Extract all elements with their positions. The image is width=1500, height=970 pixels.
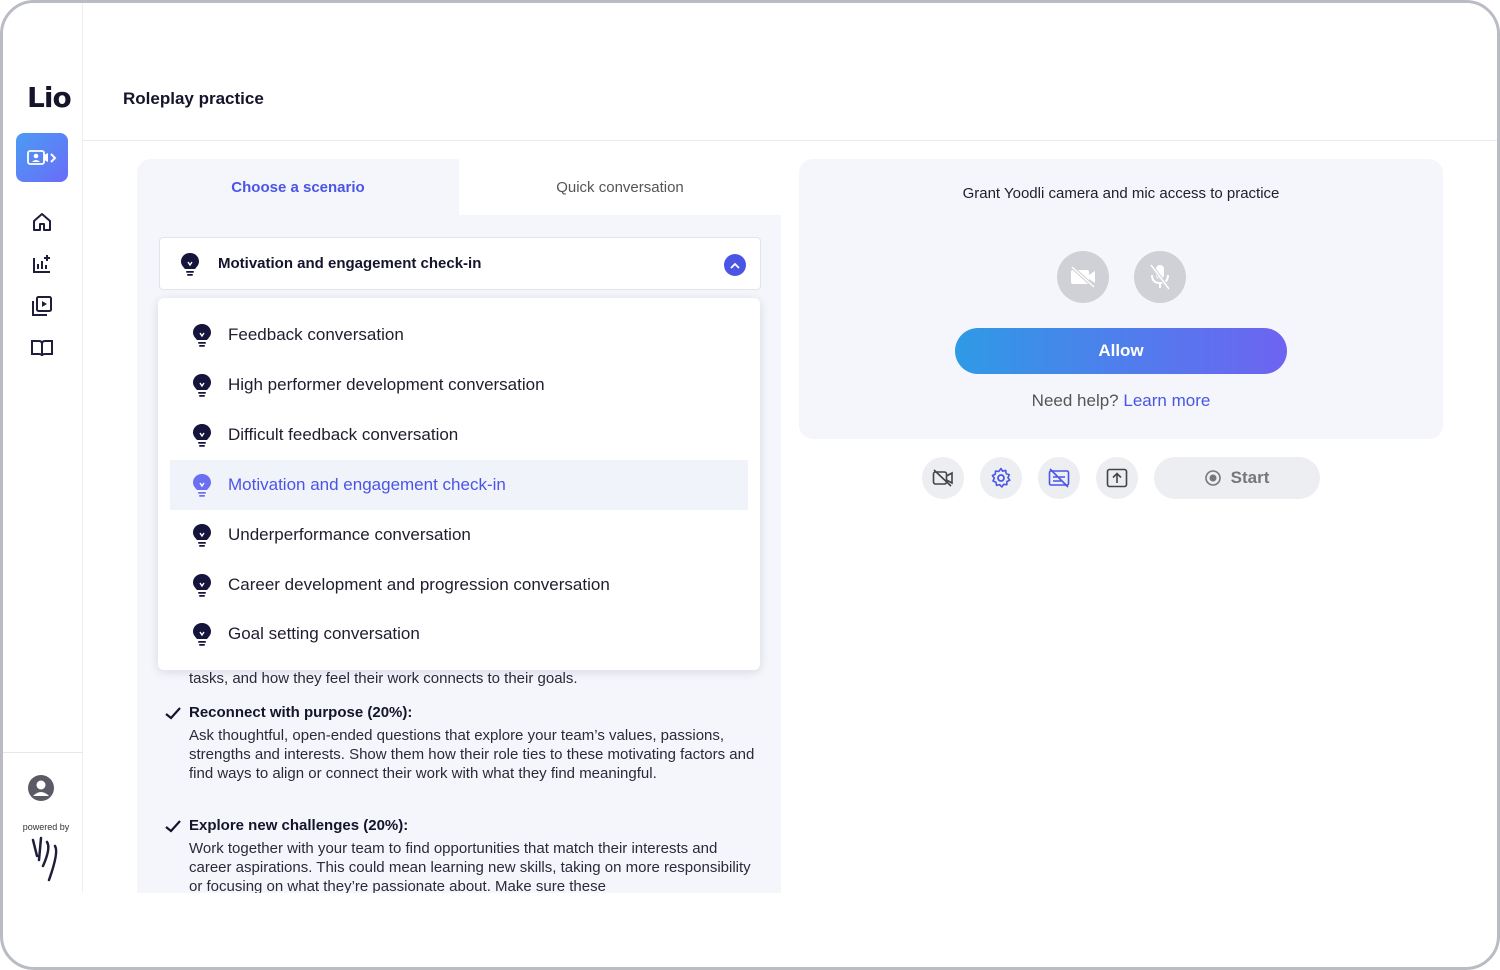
scenario-option[interactable]: Difficult feedback conversation	[170, 410, 748, 460]
lightbulb-icon	[193, 574, 211, 597]
lightbulb-icon	[193, 424, 211, 447]
record-icon	[1204, 470, 1221, 486]
scenario-option[interactable]: High performer development conversation	[170, 360, 748, 410]
upload-icon	[1106, 468, 1128, 488]
gear-icon	[991, 467, 1011, 488]
permission-message: Grant Yoodli camera and mic access to pr…	[962, 185, 1280, 202]
scenario-option-selected[interactable]: Motivation and engagement check-in	[170, 460, 748, 510]
criteria-partial-text: tasks, and how they feel their work conn…	[189, 670, 578, 687]
learn-more-link[interactable]: Learn more	[1123, 391, 1210, 410]
lightbulb-icon	[181, 253, 199, 276]
mic-permission-indicator	[1134, 251, 1186, 303]
mic-off-icon	[1149, 263, 1171, 291]
book-icon	[31, 340, 53, 357]
sidebar-divider	[3, 752, 83, 753]
video-library-icon	[32, 296, 52, 316]
scenario-option-label: High performer development conversation	[228, 375, 545, 394]
sidebar-item-roleplay[interactable]	[16, 133, 68, 182]
allow-button[interactable]: Allow	[955, 328, 1287, 374]
scenario-select[interactable]: Motivation and engagement check-in	[159, 237, 761, 290]
camera-permission-indicator	[1057, 251, 1109, 303]
sidebar-item-home[interactable]	[29, 209, 55, 235]
start-label: Start	[1230, 468, 1270, 487]
scenario-option[interactable]: Underperformance conversation	[170, 510, 748, 560]
camera-toggle-button[interactable]	[922, 457, 964, 499]
sidebar: Lio powered by	[3, 3, 83, 893]
lightbulb-icon	[193, 324, 211, 347]
scenario-select-value: Motivation and engagement check-in	[218, 255, 482, 272]
lightbulb-icon	[193, 623, 211, 646]
criterion-title: Explore new challenges (20%):	[189, 817, 409, 834]
camera-off-icon	[932, 469, 953, 487]
scenario-option-label: Difficult feedback conversation	[228, 425, 459, 444]
scenario-option-label: Career development and progression conve…	[228, 575, 610, 594]
user-avatar[interactable]	[27, 774, 55, 807]
scenario-option-label: Feedback conversation	[228, 325, 404, 344]
page-title: Roleplay practice	[123, 89, 264, 108]
captions-off-icon	[1048, 468, 1070, 488]
scenario-option-label: Goal setting conversation	[228, 624, 420, 643]
yoodli-logo-icon	[31, 836, 58, 882]
criterion-text: Ask thoughtful, open-ended questions tha…	[189, 727, 755, 782]
sidebar-item-videos[interactable]	[29, 293, 55, 319]
home-icon	[33, 213, 51, 231]
scenario-option[interactable]: Feedback conversation	[170, 310, 748, 360]
criterion-text: Work together with your team to find opp…	[189, 840, 751, 893]
lightbulb-icon	[193, 524, 211, 547]
chevron-up-icon	[730, 262, 740, 269]
collapse-button[interactable]	[724, 254, 746, 276]
criterion-title: Reconnect with purpose (20%):	[189, 704, 413, 721]
scenario-option-label: Motivation and engagement check-in	[228, 475, 506, 494]
lightbulb-icon	[193, 374, 211, 397]
chart-add-icon	[33, 255, 50, 273]
scenario-dropdown: Feedback conversation High performer dev…	[158, 298, 760, 670]
scenario-option[interactable]: Goal setting conversation	[170, 609, 748, 659]
captions-toggle-button[interactable]	[1038, 457, 1080, 499]
page-header: Roleplay practice	[83, 3, 1497, 141]
start-button[interactable]: Start	[1154, 457, 1320, 499]
user-avatar-icon	[28, 775, 54, 801]
app-logo: Lio	[27, 81, 72, 114]
video-person-icon	[27, 149, 57, 165]
help-label: Need help?	[1031, 391, 1119, 410]
settings-button[interactable]	[980, 457, 1022, 499]
tab-quick-conversation[interactable]: Quick conversation	[459, 159, 781, 215]
tab-choose-scenario[interactable]: Choose a scenario	[137, 159, 459, 215]
scenario-option[interactable]: Career development and progression conve…	[170, 560, 748, 610]
check-icon	[165, 707, 181, 720]
scenario-option-label: Underperformance conversation	[228, 525, 471, 544]
help-text: Need help? Learn more	[949, 391, 1293, 411]
camera-off-icon	[1070, 266, 1096, 288]
sidebar-item-analytics[interactable]	[29, 251, 55, 277]
upload-button[interactable]	[1096, 457, 1138, 499]
check-icon	[165, 820, 181, 833]
powered-by-label: powered by	[22, 822, 70, 832]
yoodli-logo	[29, 836, 65, 889]
lightbulb-icon	[193, 474, 211, 497]
permission-panel: Grant Yoodli camera and mic access to pr…	[799, 159, 1443, 439]
app-window: Lio powered by Roleplay practice Choose …	[0, 0, 1500, 970]
sidebar-item-library[interactable]	[29, 335, 55, 361]
